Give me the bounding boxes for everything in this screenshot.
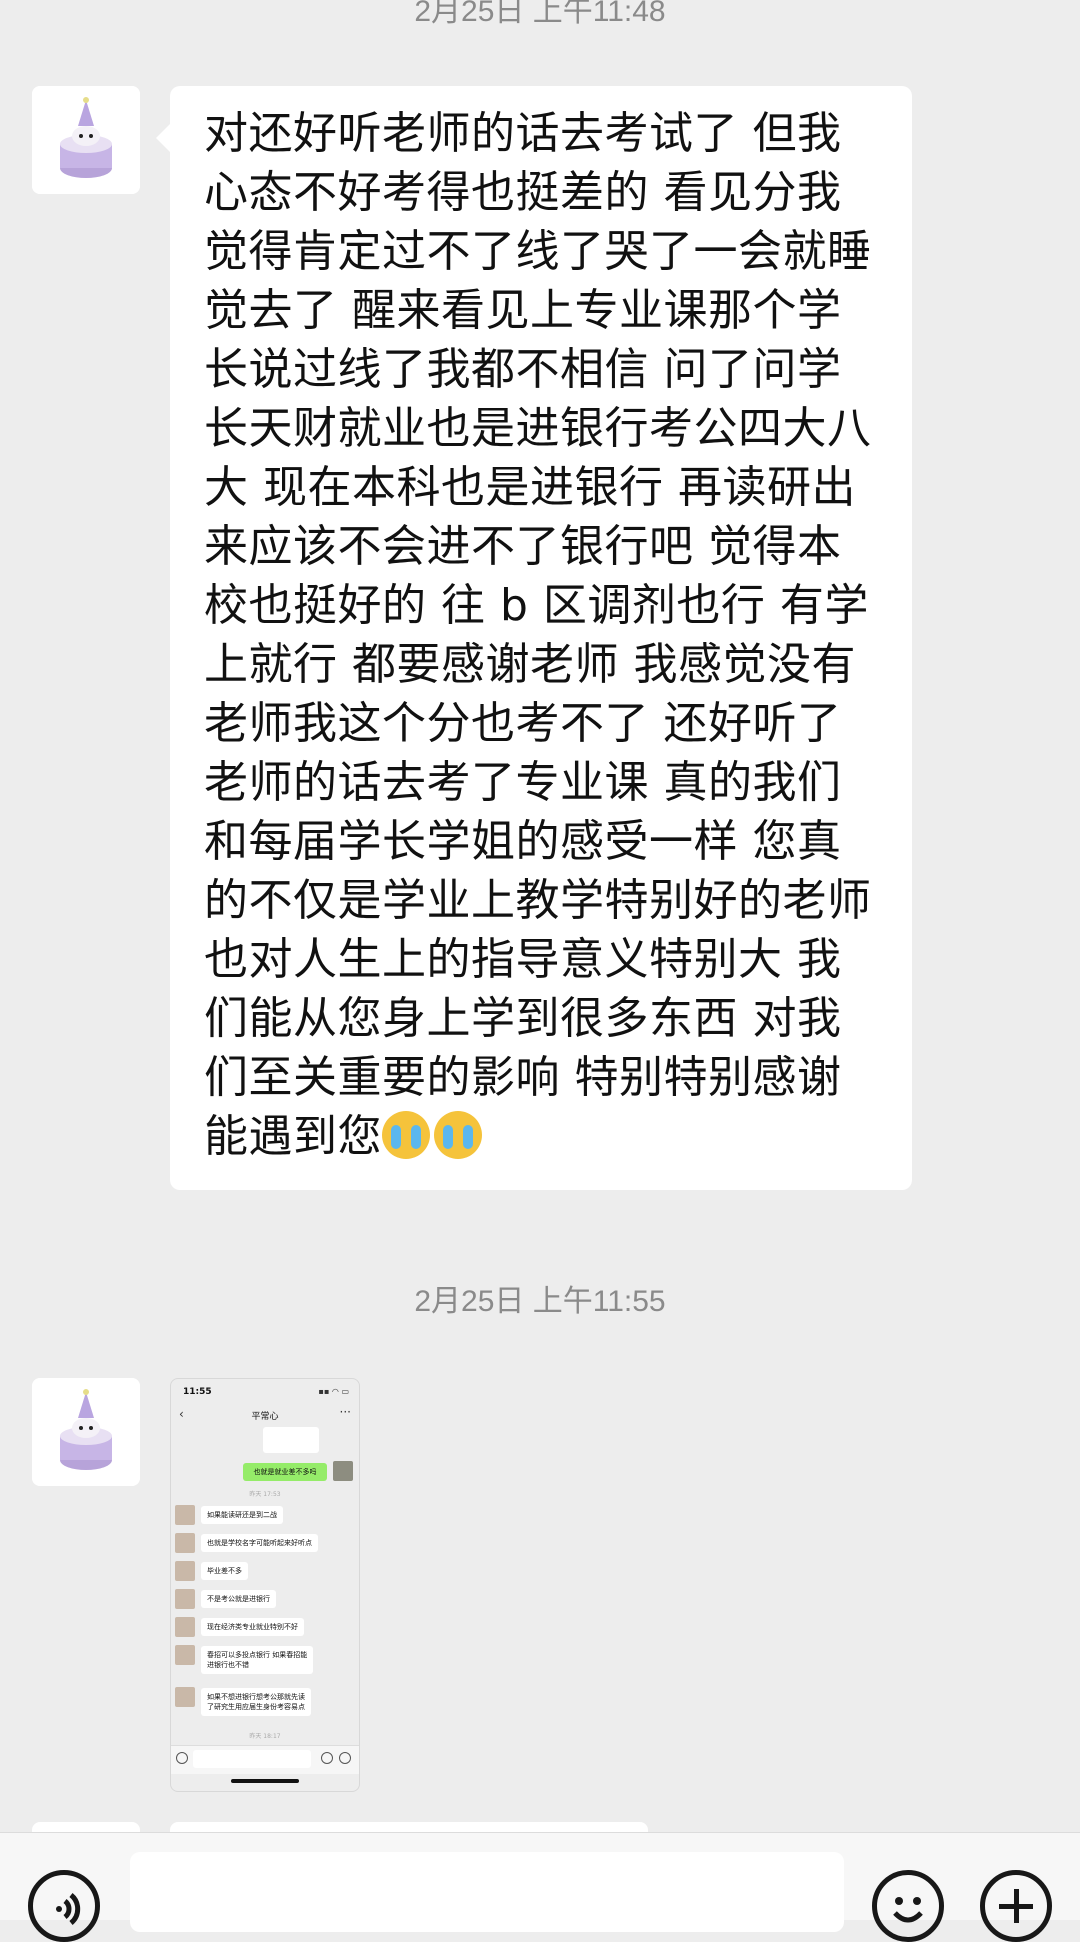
thumb-message: 毕业差不多: [201, 1562, 248, 1580]
thumb-more-icon: ···: [339, 1405, 351, 1419]
add-icon: [999, 1889, 1033, 1923]
crying-face-icon: [434, 1111, 482, 1159]
thumb-avatar: [175, 1687, 195, 1707]
emoji-icon: [893, 1897, 923, 1923]
message-input[interactable]: [130, 1852, 844, 1932]
thumb-message: 如果不想进银行想考公那就先读 了研究生用应届生身份考容易点: [201, 1688, 311, 1716]
contact-avatar[interactable]: [32, 86, 140, 194]
message-text: 对还好听老师的话去考试了 但我心态不好考得也挺差的 看见分我觉得肯定过不了线了哭…: [204, 108, 872, 1162]
thumb-status-time: 11:55: [183, 1387, 212, 1397]
bubble-arrow: [156, 124, 170, 152]
thumb-self-message: 也就是就业差不多吗: [243, 1463, 327, 1481]
thumb-avatar: [175, 1617, 195, 1637]
add-button[interactable]: [980, 1870, 1052, 1942]
thumb-time: 昨天 18:17: [249, 1733, 281, 1740]
voice-icon: [56, 1893, 81, 1925]
thumb-message: 春招可以多投点银行 如果春招能 进银行也不错: [201, 1646, 314, 1674]
thumb-self-avatar: [333, 1461, 353, 1481]
timestamp-middle: 2月25日 上午11:55: [414, 1285, 666, 1318]
cake-avatar-icon: [32, 86, 140, 194]
thumb-time: 昨天 17:53: [249, 1491, 281, 1498]
crying-face-icon: [382, 1111, 430, 1159]
thumb-message: 如果能读研还是到二战: [201, 1506, 283, 1524]
voice-button[interactable]: [28, 1870, 100, 1942]
thumb-avatar: [175, 1645, 195, 1665]
thumb-avatar: [175, 1589, 195, 1609]
contact-avatar[interactable]: [32, 1378, 140, 1486]
thumb-chat-title: 平常心: [251, 1412, 279, 1422]
thumb-input-bar: [171, 1745, 359, 1774]
thumb-input-field: [193, 1750, 311, 1768]
message-bubble[interactable]: 对还好听老师的话去考试了 但我心态不好考得也挺差的 看见分我觉得肯定过不了线了哭…: [156, 86, 912, 1190]
emoji-button[interactable]: [872, 1870, 944, 1942]
image-message-thumbnail[interactable]: 11:55 ▪▪ ◠ ▭ ‹ 平常心 ··· 也就是就业差不多吗 昨天 17:5…: [170, 1378, 360, 1792]
thumb-add-icon: [339, 1752, 351, 1764]
thumb-emoji-icon: [321, 1752, 333, 1764]
thumb-voice-icon: [176, 1752, 188, 1764]
thumb-avatar: [175, 1561, 195, 1581]
thumb-status-icons: ▪▪ ◠ ▭: [318, 1387, 349, 1396]
cake-avatar-icon: [32, 1378, 140, 1486]
thumb-message: 不是考公就是进银行: [201, 1590, 276, 1608]
timestamp-top: 2月25日 上午11:48: [414, 0, 666, 28]
thumb-image-placeholder: [263, 1427, 319, 1453]
thumb-avatar: [175, 1505, 195, 1525]
thumb-message: 现在经济类专业就业特别不好: [201, 1618, 304, 1636]
thumb-avatar: [175, 1533, 195, 1553]
thumb-message: 也就是学校名字可能听起来好听点: [201, 1534, 318, 1552]
thumb-home-indicator: [231, 1779, 299, 1783]
